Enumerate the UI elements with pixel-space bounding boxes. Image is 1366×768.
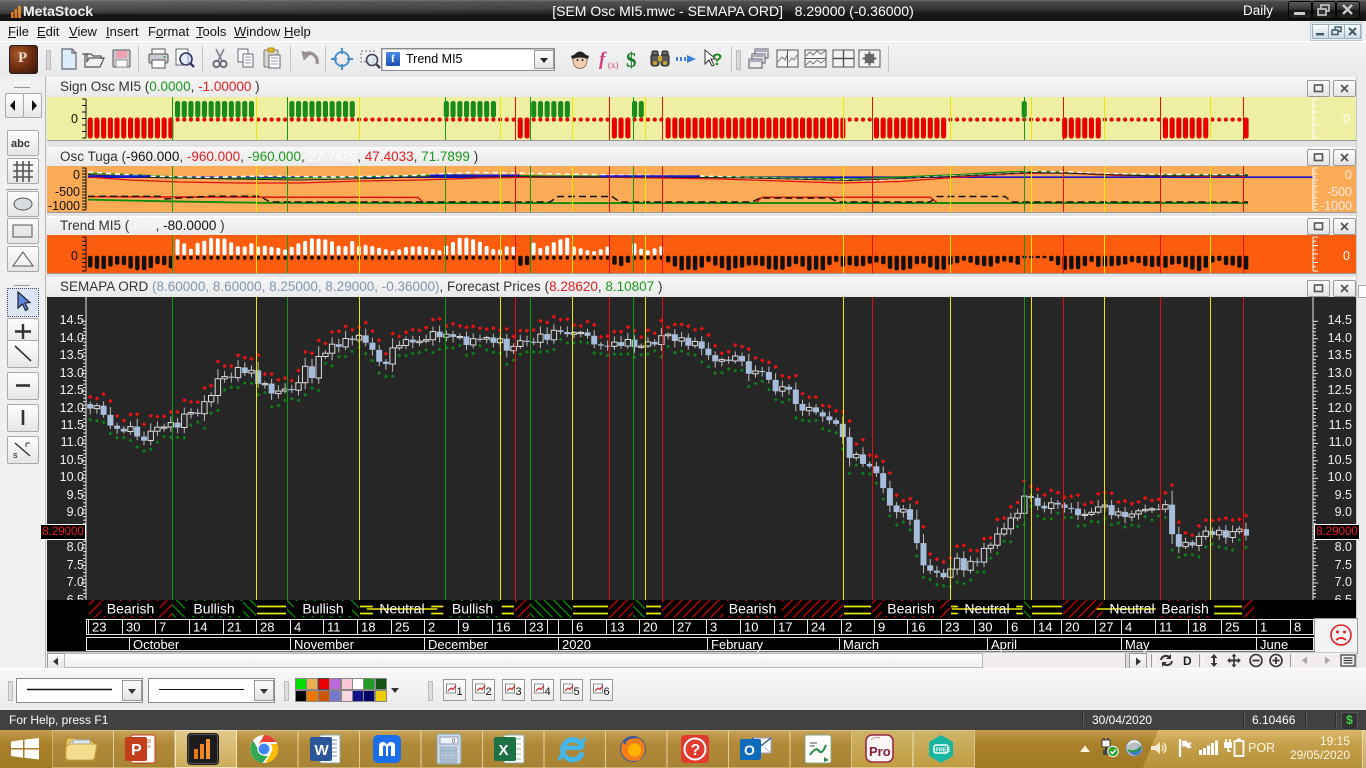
svg-text:24: 24 xyxy=(811,620,825,635)
svg-text:27: 27 xyxy=(677,620,691,635)
svg-text:Bearish: Bearish xyxy=(887,601,934,617)
svg-text:9: 9 xyxy=(462,620,469,635)
svg-text:5: 5 xyxy=(574,686,580,698)
svg-text:14: 14 xyxy=(1038,620,1052,635)
svg-text:8: 8 xyxy=(1294,620,1301,635)
svg-text:Neutral: Neutral xyxy=(964,601,1009,617)
svg-text:3: 3 xyxy=(515,686,521,698)
svg-text:4: 4 xyxy=(1125,620,1132,635)
svg-text:P: P xyxy=(131,742,142,759)
svg-text:f: f xyxy=(599,49,607,70)
svg-text:20: 20 xyxy=(643,620,657,635)
svg-text:9: 9 xyxy=(878,620,885,635)
svg-text:28: 28 xyxy=(260,620,274,635)
svg-text:FREE: FREE xyxy=(935,747,950,753)
svg-text:21: 21 xyxy=(227,620,241,635)
svg-text:February: February xyxy=(711,637,764,652)
svg-text:1: 1 xyxy=(457,686,463,698)
svg-text:$: $ xyxy=(626,48,637,72)
svg-text:10: 10 xyxy=(744,620,758,635)
svg-text:2: 2 xyxy=(428,620,435,635)
svg-text:7: 7 xyxy=(159,620,166,635)
svg-text:30: 30 xyxy=(978,620,992,635)
svg-text:4: 4 xyxy=(544,686,550,698)
svg-text:Neutral: Neutral xyxy=(379,601,424,617)
svg-text:2020: 2020 xyxy=(562,637,591,652)
svg-text:W: W xyxy=(314,742,329,759)
svg-text:4: 4 xyxy=(294,620,301,635)
svg-text:Bullish: Bullish xyxy=(452,601,493,617)
svg-text:April: April xyxy=(991,637,1017,652)
svg-text:abc: abc xyxy=(11,138,30,150)
svg-text:Neutral: Neutral xyxy=(1109,601,1154,617)
svg-text:Bearish: Bearish xyxy=(1161,601,1208,617)
svg-text:27: 27 xyxy=(1099,620,1113,635)
svg-text:16: 16 xyxy=(911,620,925,635)
svg-text:30: 30 xyxy=(126,620,140,635)
svg-text:Bullish: Bullish xyxy=(302,601,343,617)
svg-text:December: December xyxy=(428,637,489,652)
svg-text:14: 14 xyxy=(193,620,207,635)
svg-text:3: 3 xyxy=(710,620,717,635)
svg-text:23: 23 xyxy=(92,620,106,635)
svg-text:Bullish: Bullish xyxy=(193,601,234,617)
svg-text:?: ? xyxy=(712,50,722,69)
svg-text:2: 2 xyxy=(486,686,492,698)
svg-text:November: November xyxy=(294,637,355,652)
svg-text:6: 6 xyxy=(576,620,583,635)
svg-text:s: s xyxy=(13,450,18,460)
svg-text:18: 18 xyxy=(1192,620,1206,635)
svg-text:O: O xyxy=(744,742,755,758)
svg-text:Pro: Pro xyxy=(869,744,891,759)
svg-text:May: May xyxy=(1125,637,1150,652)
svg-text:1: 1 xyxy=(1260,620,1267,635)
svg-text:17: 17 xyxy=(778,620,792,635)
svg-text:18: 18 xyxy=(361,620,375,635)
svg-text:Bearish: Bearish xyxy=(107,601,154,617)
svg-text:25: 25 xyxy=(395,620,409,635)
svg-text:Bearish: Bearish xyxy=(729,601,776,617)
svg-text:6: 6 xyxy=(603,686,609,698)
svg-text:11: 11 xyxy=(327,620,341,635)
svg-text:13: 13 xyxy=(610,620,624,635)
svg-text:23: 23 xyxy=(529,620,543,635)
svg-text:20: 20 xyxy=(1065,620,1079,635)
svg-text:March: March xyxy=(843,637,879,652)
svg-text:25: 25 xyxy=(1225,620,1239,635)
svg-text:October: October xyxy=(133,637,180,652)
svg-text:2: 2 xyxy=(845,620,852,635)
svg-text:(x): (x) xyxy=(608,60,619,70)
svg-text:?: ? xyxy=(690,742,700,759)
svg-text:11: 11 xyxy=(1159,620,1173,635)
svg-text:23: 23 xyxy=(945,620,959,635)
svg-text:June: June xyxy=(1260,637,1288,652)
svg-text:6: 6 xyxy=(1011,620,1018,635)
svg-text:16: 16 xyxy=(496,620,510,635)
svg-text:X: X xyxy=(499,742,509,759)
